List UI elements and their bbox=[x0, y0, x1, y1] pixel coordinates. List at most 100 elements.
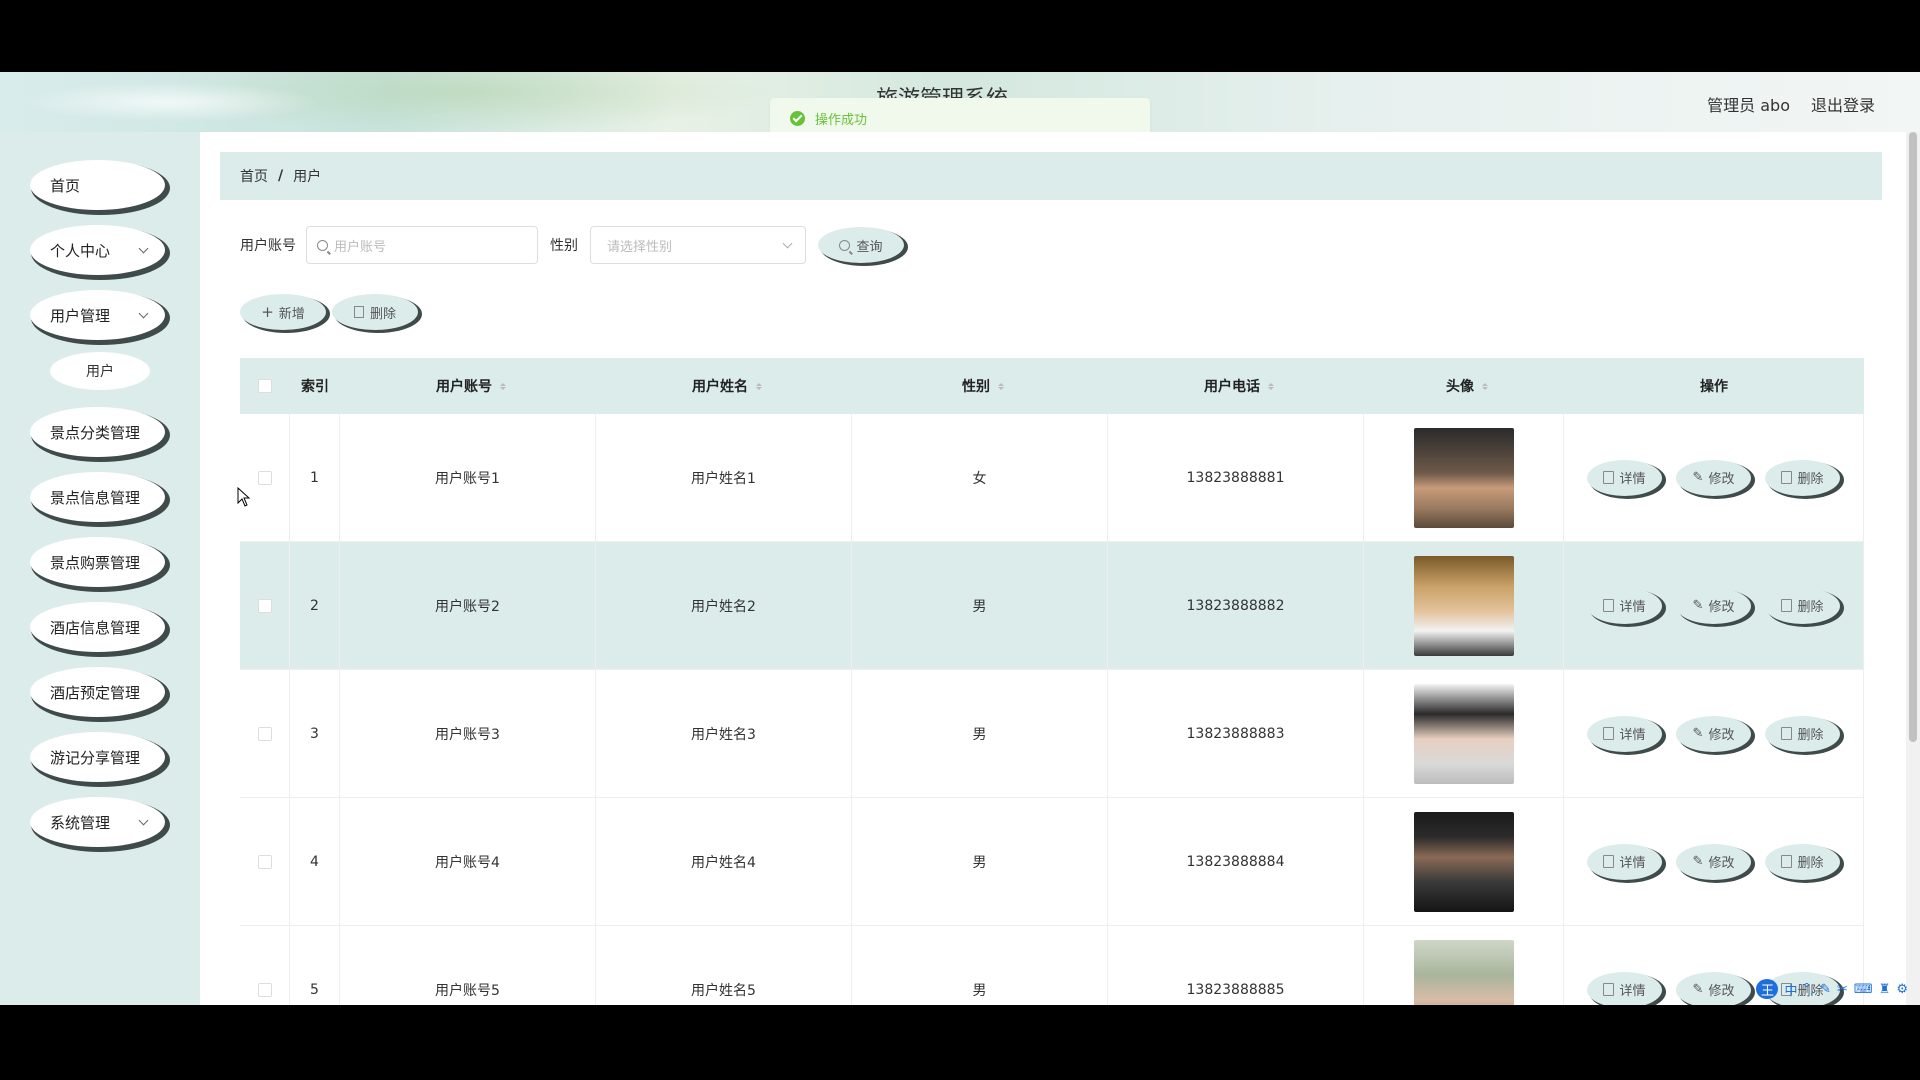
table-row: 5 用户账号5 用户姓名5 男 13823888885 详情 ✎ 修改 删除 bbox=[240, 926, 1864, 1005]
sidebar-item-user-management[interactable]: 用户管理 bbox=[30, 290, 165, 340]
row-delete-button[interactable]: 删除 bbox=[1765, 459, 1840, 496]
search-icon bbox=[839, 239, 851, 251]
scrollbar-thumb[interactable] bbox=[1909, 132, 1917, 742]
chevron-down-icon bbox=[138, 308, 149, 319]
detail-button[interactable]: 详情 bbox=[1587, 715, 1662, 752]
shirt-icon[interactable]: ♜ bbox=[1879, 982, 1891, 997]
row-checkbox[interactable] bbox=[257, 726, 272, 741]
sidebar-subitem-label: 用户 bbox=[86, 364, 114, 380]
ime-logo[interactable]: 王 bbox=[1756, 979, 1779, 999]
chevron-down-icon bbox=[782, 238, 793, 248]
account-search-input[interactable]: 用户账号 bbox=[306, 226, 538, 264]
row-select-cell bbox=[240, 414, 290, 541]
query-button[interactable]: 查询 bbox=[818, 227, 904, 263]
select-all-checkbox[interactable] bbox=[258, 379, 272, 393]
select-all-cell bbox=[240, 358, 290, 414]
search-icon bbox=[317, 239, 328, 251]
pencil-icon: ✎ bbox=[1692, 982, 1704, 997]
row-checkbox[interactable] bbox=[257, 470, 272, 485]
detail-button[interactable]: 详情 bbox=[1587, 971, 1662, 1005]
edit-label: 修改 bbox=[1708, 728, 1735, 743]
avatar-cell bbox=[1364, 670, 1564, 797]
toast-message: 操作成功 bbox=[815, 112, 868, 128]
phone-cell: 13823888882 bbox=[1108, 542, 1364, 669]
mouse-cursor-icon bbox=[237, 486, 251, 511]
column-header-label: 用户电话 bbox=[1204, 379, 1260, 395]
pencil-icon: ✎ bbox=[1692, 470, 1704, 485]
sidebar-subitem-user[interactable]: 用户 bbox=[50, 352, 150, 390]
sidebar-item-profile[interactable]: 个人中心 bbox=[30, 225, 165, 275]
add-button[interactable]: + 新增 bbox=[240, 294, 326, 330]
column-header[interactable]: 用户姓名 bbox=[596, 358, 852, 414]
ime-mode[interactable]: 中 bbox=[1784, 980, 1797, 999]
pencil-icon[interactable]: ✎ bbox=[1820, 982, 1831, 997]
table-row: 2 用户账号2 用户姓名2 男 13823888882 详情 ✎ 修改 删除 bbox=[240, 542, 1864, 670]
scissors-icon[interactable]: ✂ bbox=[1837, 982, 1848, 997]
row-delete-button[interactable]: 删除 bbox=[1765, 843, 1840, 880]
edit-label: 修改 bbox=[1708, 984, 1735, 999]
edit-button[interactable]: ✎ 修改 bbox=[1676, 715, 1751, 752]
account-cell: 用户账号5 bbox=[340, 926, 596, 1005]
detail-label: 详情 bbox=[1619, 856, 1646, 871]
sidebar-item-label: 系统管理 bbox=[50, 813, 111, 832]
edit-button[interactable]: ✎ 修改 bbox=[1676, 843, 1751, 880]
sidebar-item-spot-ticket[interactable]: 景点购票管理 bbox=[30, 537, 165, 587]
index-cell: 4 bbox=[290, 798, 340, 925]
sidebar-item-label: 游记分享管理 bbox=[50, 748, 141, 767]
header-decoration bbox=[20, 82, 320, 122]
search-bar: 用户账号 用户账号 性别 请选择性别 查询 bbox=[240, 224, 904, 266]
document-icon bbox=[1603, 471, 1615, 484]
row-checkbox[interactable] bbox=[257, 982, 272, 997]
detail-button[interactable]: 详情 bbox=[1587, 459, 1662, 496]
edit-button[interactable]: ✎ 修改 bbox=[1676, 587, 1751, 624]
logout-link[interactable]: 退出登录 bbox=[1811, 92, 1875, 116]
detail-button[interactable]: 详情 bbox=[1587, 587, 1662, 624]
table-header: 索引 用户账号 用户姓名 性别 用户电话 头像 操作 bbox=[240, 358, 1864, 414]
row-delete-button[interactable]: 删除 bbox=[1765, 587, 1840, 624]
actions-cell: 详情 ✎ 修改 删除 bbox=[1564, 798, 1864, 925]
detail-button[interactable]: 详情 bbox=[1587, 843, 1662, 880]
sidebar-item-home[interactable]: 首页 bbox=[30, 160, 165, 210]
detail-label: 详情 bbox=[1619, 600, 1646, 615]
table-row: 1 用户账号1 用户姓名1 女 13823888881 详情 ✎ 修改 删除 bbox=[240, 414, 1864, 542]
chevron-down-icon bbox=[138, 243, 149, 254]
sidebar-item-label: 酒店预定管理 bbox=[50, 683, 141, 702]
phone-cell: 13823888883 bbox=[1108, 670, 1364, 797]
gear-icon[interactable]: ⚙ bbox=[1896, 982, 1908, 997]
column-header[interactable]: 用户账号 bbox=[340, 358, 596, 414]
column-header[interactable]: 用户电话 bbox=[1108, 358, 1364, 414]
delete-label: 删除 bbox=[1797, 856, 1824, 871]
chevron-down-icon bbox=[138, 815, 149, 826]
sidebar-item-system[interactable]: 系统管理 bbox=[30, 797, 165, 847]
avatar bbox=[1413, 555, 1514, 656]
edit-button[interactable]: ✎ 修改 bbox=[1676, 459, 1751, 496]
edit-label: 修改 bbox=[1708, 472, 1735, 487]
row-checkbox[interactable] bbox=[257, 854, 272, 869]
breadcrumb-home[interactable]: 首页 bbox=[240, 166, 268, 186]
gender-cell: 男 bbox=[852, 670, 1108, 797]
keyboard-icon[interactable]: ⌨ bbox=[1854, 982, 1873, 997]
sidebar-item-spot-category[interactable]: 景点分类管理 bbox=[30, 407, 165, 457]
account-cell: 用户账号3 bbox=[340, 670, 596, 797]
index-cell: 5 bbox=[290, 926, 340, 1005]
row-select-cell bbox=[240, 798, 290, 925]
name-cell: 用户姓名5 bbox=[596, 926, 852, 1005]
row-delete-button[interactable]: 删除 bbox=[1765, 715, 1840, 752]
index-cell: 2 bbox=[290, 542, 340, 669]
gender-select[interactable]: 请选择性别 bbox=[590, 226, 806, 264]
sidebar-item-spot-info[interactable]: 景点信息管理 bbox=[30, 472, 165, 522]
row-checkbox[interactable] bbox=[257, 598, 272, 613]
query-button-label: 查询 bbox=[856, 239, 883, 255]
edit-button[interactable]: ✎ 修改 bbox=[1676, 971, 1751, 1005]
actions-cell: 详情 ✎ 修改 删除 bbox=[1564, 542, 1864, 669]
trash-icon bbox=[353, 306, 364, 318]
vertical-scrollbar[interactable] bbox=[1906, 132, 1920, 1005]
index-cell: 1 bbox=[290, 414, 340, 541]
column-header[interactable]: 头像 bbox=[1364, 358, 1564, 414]
sidebar-item-travel-notes[interactable]: 游记分享管理 bbox=[30, 732, 165, 782]
sidebar-item-hotel-info[interactable]: 酒店信息管理 bbox=[30, 602, 165, 652]
punctuation-icon[interactable]: °, bbox=[1803, 982, 1814, 997]
sidebar-item-hotel-booking[interactable]: 酒店预定管理 bbox=[30, 667, 165, 717]
column-header[interactable]: 性别 bbox=[852, 358, 1108, 414]
delete-button[interactable]: 删除 bbox=[332, 294, 418, 330]
